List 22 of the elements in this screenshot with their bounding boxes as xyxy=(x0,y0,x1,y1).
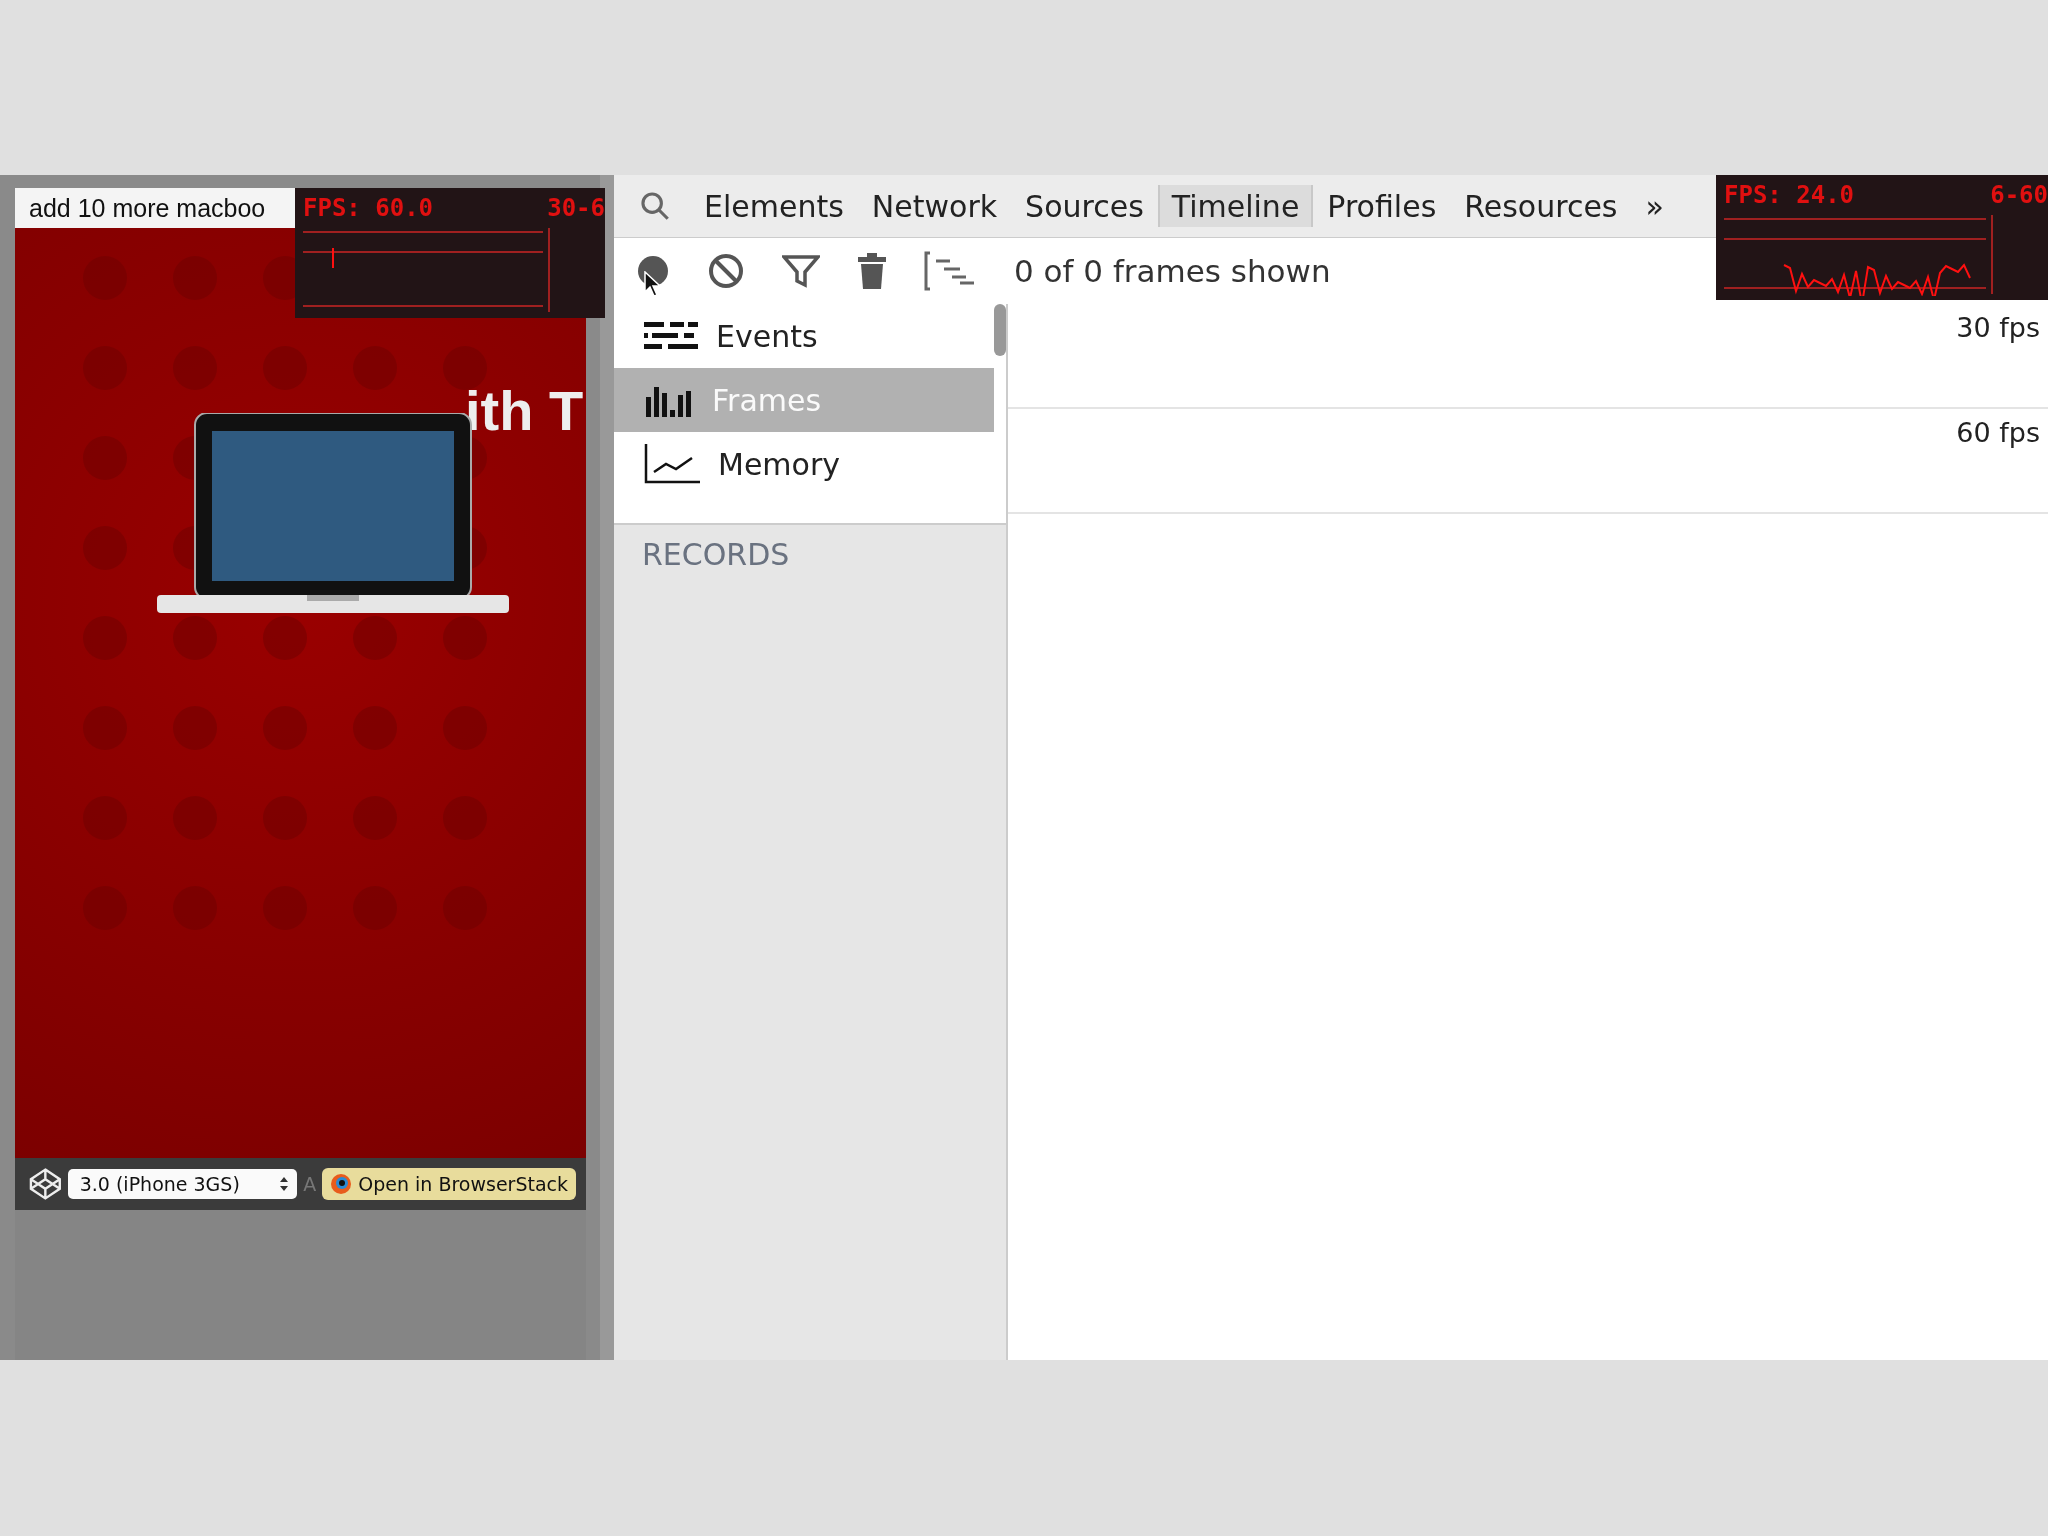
panel-tab[interactable]: Profiles xyxy=(1313,185,1451,227)
records-heading: RECORDS xyxy=(641,536,791,572)
fps-range: 30-6 xyxy=(547,194,605,222)
stray-letter: A xyxy=(303,1173,317,1195)
fps-reading: FPS: 24.0 xyxy=(1724,181,1855,209)
heading-text: ith T xyxy=(465,378,584,443)
panel-tab[interactable]: Network xyxy=(857,185,1012,227)
sidebar-item[interactable]: Memory xyxy=(614,432,994,496)
panel-tab[interactable]: Elements xyxy=(690,185,858,227)
open-browserstack-button[interactable]: Open in BrowserStack xyxy=(322,1168,576,1200)
device-select[interactable]: 3.0 (iPhone 3GS) xyxy=(67,1169,298,1199)
fps-label: 30 fps xyxy=(1956,311,2040,345)
add-macbooks-button[interactable]: add 10 more macboo xyxy=(15,188,295,228)
fps-label: 60 fps xyxy=(1956,416,2040,450)
fps-range: 6-60 xyxy=(1990,181,2048,209)
sidebar-item[interactable]: Events xyxy=(614,304,994,368)
fps-reading: FPS: 60.0 xyxy=(303,194,434,222)
more-tabs-button[interactable]: » xyxy=(1631,185,1678,227)
panel-tab[interactable]: Resources xyxy=(1450,185,1632,227)
frames-status: 0 of 0 frames shown xyxy=(1014,253,1331,289)
panel-tab[interactable]: Timeline xyxy=(1157,185,1314,227)
panel-tab[interactable]: Sources xyxy=(1011,185,1158,227)
